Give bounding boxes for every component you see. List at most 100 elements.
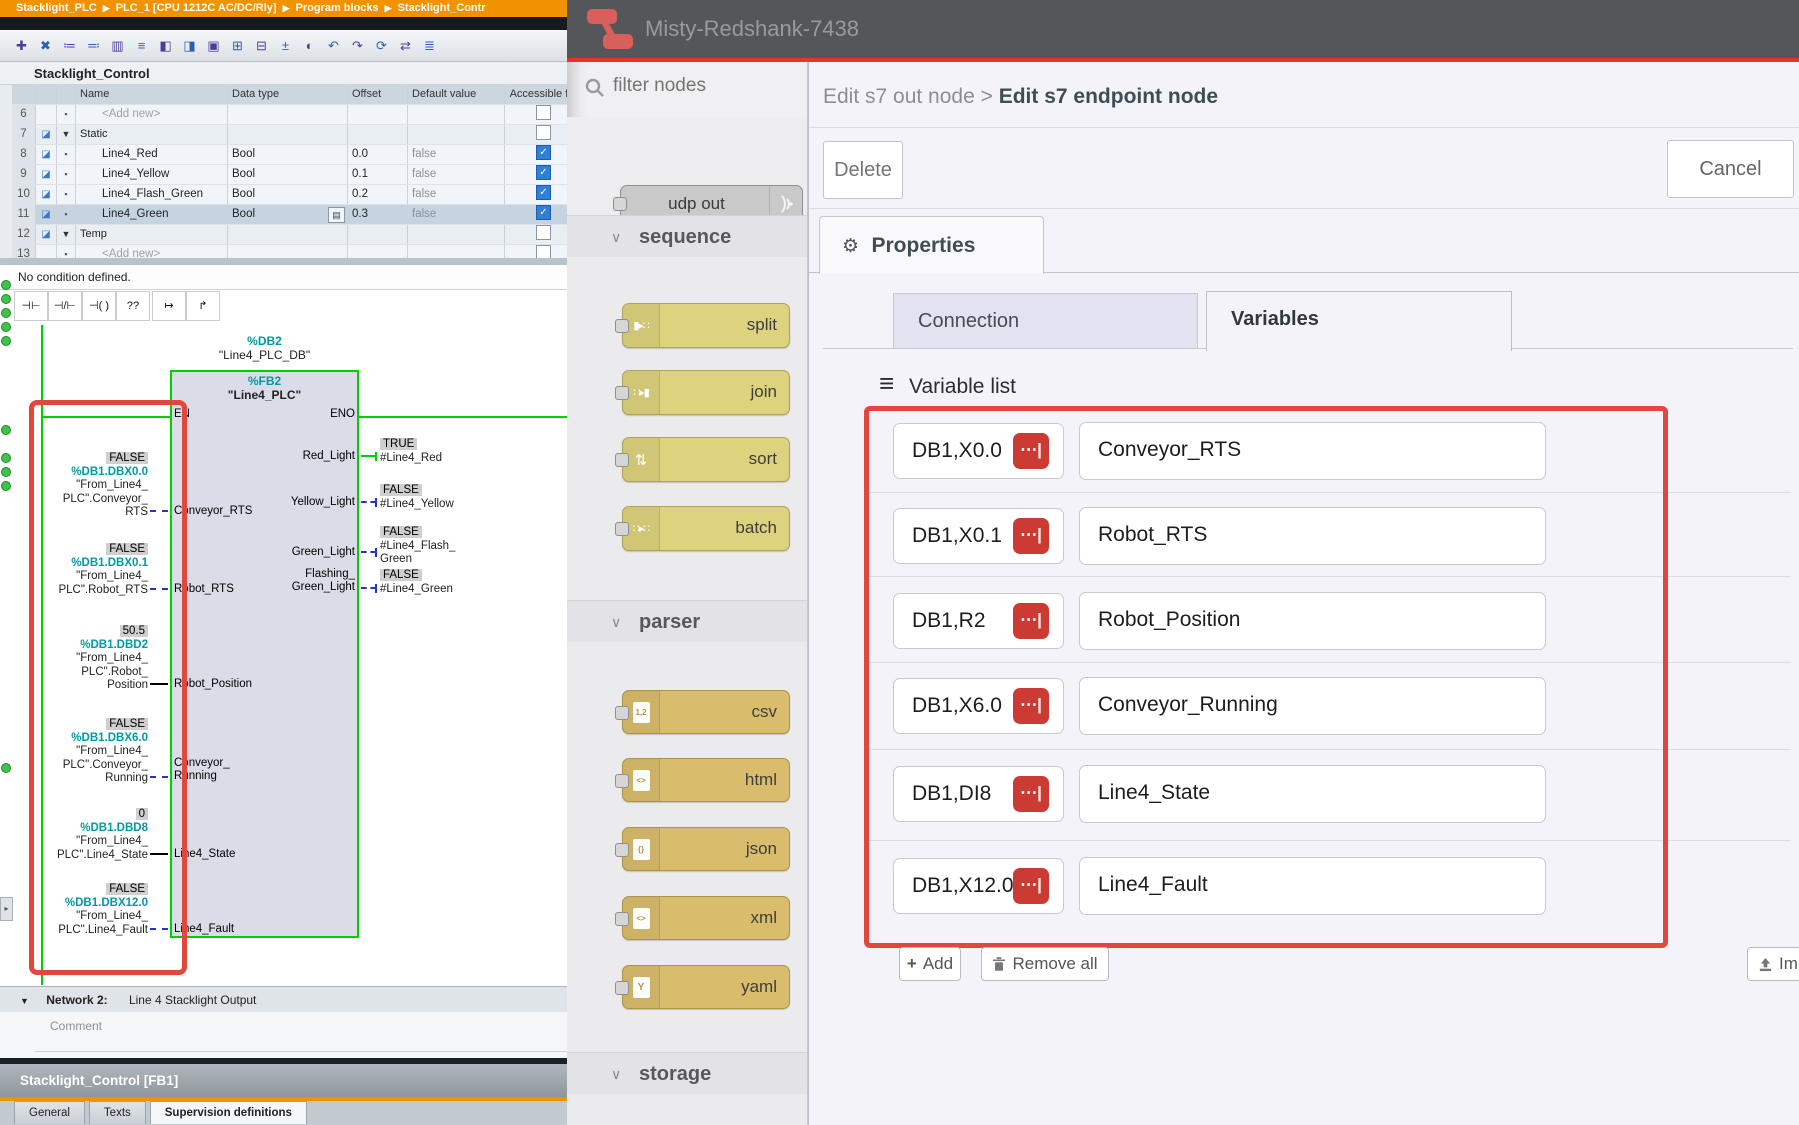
- tab-supervision-definitions[interactable]: Supervision definitions: [150, 1101, 307, 1124]
- toolbar-icon[interactable]: ≔: [60, 36, 79, 55]
- node-port[interactable]: [613, 197, 627, 211]
- palette-node-html[interactable]: <> html: [622, 758, 790, 802]
- toolbar-icon[interactable]: ↶: [324, 36, 343, 55]
- operand[interactable]: FALSE #Line4_Green: [380, 569, 520, 596]
- toolbar-icon[interactable]: ✖: [36, 36, 55, 55]
- breadcrumb[interactable]: Stacklight_PLC▶PLC_1 [CPU 1212C AC/DC/Rl…: [0, 0, 583, 17]
- table-row[interactable]: 7 ◪ ▼ Static: [12, 125, 583, 145]
- tab-connection[interactable]: Connection: [893, 293, 1198, 349]
- collapse-icon[interactable]: ▼: [20, 996, 29, 1006]
- node-port[interactable]: [615, 386, 629, 400]
- checkbox[interactable]: [536, 125, 551, 140]
- category-header-parser[interactable]: ∨ parser: [567, 600, 808, 644]
- breadcrumb-parent[interactable]: Edit s7 out node: [823, 85, 975, 108]
- toolbar-icon[interactable]: ⇄: [396, 36, 415, 55]
- toolbar-icon[interactable]: ↷: [348, 36, 367, 55]
- toolbar-icon[interactable]: ⟳: [372, 36, 391, 55]
- col-default[interactable]: Default value: [408, 85, 505, 104]
- node-port[interactable]: [615, 843, 629, 857]
- node-port[interactable]: [615, 981, 629, 995]
- operand[interactable]: FALSE #Line4_Yellow: [380, 484, 520, 511]
- node-port[interactable]: [615, 774, 629, 788]
- table-row[interactable]: 12 ◪ ▼ Temp: [12, 225, 583, 245]
- node-port[interactable]: [615, 706, 629, 720]
- panel-expander[interactable]: ▸: [0, 897, 13, 921]
- palette-node-split[interactable]: ▮▸∷ split: [622, 303, 790, 348]
- palette-node-yaml[interactable]: Y yaml: [622, 965, 790, 1009]
- marker-icon: ▪: [57, 185, 76, 204]
- palette-node-batch[interactable]: ∷▸∷ batch: [622, 506, 790, 551]
- col-offset[interactable]: Offset: [348, 85, 408, 104]
- collapse-icon[interactable]: ▼: [57, 225, 76, 244]
- operand[interactable]: TRUE #Line4_Red: [380, 438, 520, 465]
- palette-node-sort[interactable]: ⇅ sort: [622, 437, 790, 482]
- add-variable-button[interactable]: +Add: [899, 947, 961, 981]
- toolbar-icon[interactable]: ✚: [12, 36, 31, 55]
- table-row[interactable]: 10 ◪ ▪ Line4_Flash_Green Bool 0.2 false …: [12, 185, 583, 205]
- checkbox[interactable]: ✓: [536, 145, 551, 160]
- lad-emptybox-icon[interactable]: ??: [116, 291, 150, 321]
- col-datatype[interactable]: Data type: [228, 85, 348, 104]
- network-header[interactable]: ▼ Network 2: Line 4 Stacklight Output: [0, 986, 583, 1013]
- node-port[interactable]: [615, 453, 629, 467]
- upload-icon: [1758, 957, 1773, 972]
- toolb[interactable]: ◨: [180, 36, 199, 55]
- breadcrumb-item[interactable]: Stacklight_Contr: [398, 2, 486, 14]
- lad-branch-icon[interactable]: ↦: [152, 291, 186, 321]
- toolbar-icon[interactable]: ▣: [204, 36, 223, 55]
- breadcrumb-item[interactable]: Program blocks: [296, 2, 379, 14]
- remove-all-button[interactable]: Remove all: [981, 947, 1109, 981]
- datatype-dropdown-button[interactable]: ▤: [328, 207, 345, 223]
- checkbox[interactable]: ✓: [536, 205, 551, 220]
- operand[interactable]: FALSE #Line4_Flash_Green: [380, 526, 520, 567]
- lad-contact-icon[interactable]: ⊣⊢: [14, 291, 48, 321]
- import-button[interactable]: Imp: [1747, 947, 1799, 981]
- toolbar-icon[interactable]: ≕: [84, 36, 103, 55]
- node-port[interactable]: [615, 319, 629, 333]
- lad-ncontact-icon[interactable]: ⊣/⊢: [48, 291, 82, 321]
- comment-placeholder[interactable]: Comment: [0, 1012, 583, 1033]
- delete-button[interactable]: Delete: [823, 141, 903, 199]
- category-header-sequence[interactable]: ∨ sequence: [567, 215, 808, 259]
- lad-rung-icon[interactable]: ↱: [186, 291, 220, 321]
- wire-tick: [375, 584, 377, 593]
- collapse-icon[interactable]: ▼: [57, 125, 76, 144]
- table-row[interactable]: 9 ◪ ▪ Line4_Yellow Bool 0.1 false ✓: [12, 165, 583, 185]
- palette-node-json[interactable]: {} json: [622, 827, 790, 871]
- breadcrumb-item[interactable]: PLC_1 [CPU 1212C AC/DC/Rly]: [116, 2, 277, 14]
- tab-properties[interactable]: ⚙ Properties: [819, 216, 1044, 274]
- checkbox[interactable]: [536, 105, 551, 120]
- toolbar-icon[interactable]: ±: [276, 36, 295, 55]
- toolbar-icon[interactable]: ◧: [156, 36, 175, 55]
- filter-nodes-input[interactable]: [611, 74, 795, 98]
- checkbox[interactable]: ✓: [536, 185, 551, 200]
- palette-node-xml[interactable]: <> xml: [622, 896, 790, 940]
- toolbar-icon[interactable]: ◐: [300, 36, 319, 55]
- tab-texts[interactable]: Texts: [89, 1101, 146, 1124]
- tab-general[interactable]: General: [14, 1101, 85, 1124]
- palette-node-join[interactable]: ∷▸▮ join: [622, 370, 790, 415]
- category-header-storage[interactable]: ∨ storage: [567, 1052, 808, 1096]
- node-port[interactable]: [615, 522, 629, 536]
- comment-row[interactable]: Comment: [0, 1012, 583, 1058]
- tab-variables[interactable]: Variables: [1206, 291, 1512, 351]
- checkbox[interactable]: ✓: [536, 165, 551, 180]
- palette-node-csv[interactable]: 1,2 csv: [622, 690, 790, 734]
- node-port[interactable]: [615, 912, 629, 926]
- checkbox[interactable]: [536, 225, 551, 240]
- palette-search[interactable]: [567, 62, 808, 118]
- cancel-button[interactable]: Cancel: [1667, 140, 1794, 198]
- divider: [809, 127, 1799, 128]
- toolbar-icon[interactable]: ⊞: [228, 36, 247, 55]
- toolbar-icon[interactable]: ▥: [108, 36, 127, 55]
- wire: [361, 587, 376, 589]
- table-row[interactable]: 6 ▪ <Add new>: [12, 105, 583, 125]
- toolbar-icon[interactable]: ⊟: [252, 36, 271, 55]
- toolbar-icon[interactable]: ≡: [132, 36, 151, 55]
- table-row-selected[interactable]: 11 ◪ ▪ Line4_Green Bool ▤ 0.3 false ✓: [12, 205, 583, 225]
- table-row[interactable]: 8 ◪ ▪ Line4_Red Bool 0.0 false ✓: [12, 145, 583, 165]
- toolbar-icon[interactable]: ≣: [420, 36, 439, 55]
- col-name[interactable]: Name: [76, 85, 228, 104]
- breadcrumb-item[interactable]: Stacklight_PLC: [16, 2, 97, 14]
- lad-coil-icon[interactable]: ⊣( ): [82, 291, 116, 321]
